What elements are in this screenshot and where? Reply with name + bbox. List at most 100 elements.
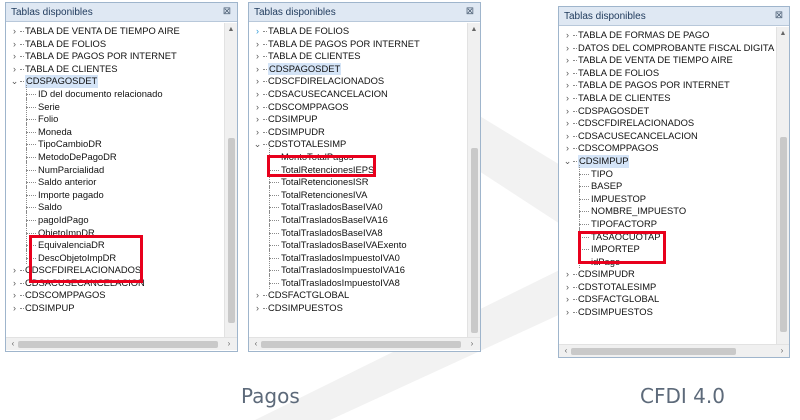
- horizontal-scrollbar[interactable]: ‹ ›: [559, 344, 789, 357]
- tree-guide-line: [263, 56, 267, 58]
- tree-guide-line: [573, 286, 577, 288]
- expand-chevron-icon[interactable]: ›: [253, 75, 262, 88]
- expand-chevron-icon[interactable]: ›: [563, 42, 572, 55]
- expand-chevron-icon[interactable]: ›: [563, 142, 572, 155]
- scroll-right-icon[interactable]: ›: [467, 338, 477, 350]
- tree-guide-line: [573, 47, 577, 49]
- tree-guide-line: [573, 110, 577, 112]
- tree-item-label: CDSTOTALESIMP: [578, 280, 657, 292]
- expand-chevron-icon[interactable]: ›: [253, 38, 262, 51]
- tree-item-label: TotalRetencionesISR: [281, 176, 369, 188]
- expand-chevron-icon[interactable]: ›: [253, 302, 262, 315]
- collapse-chevron-icon[interactable]: ⌄: [563, 155, 572, 168]
- expand-chevron-icon[interactable]: ›: [563, 306, 572, 319]
- expand-chevron-icon[interactable]: ›: [253, 50, 262, 63]
- tree-guide-line: [263, 81, 267, 83]
- expand-chevron-icon[interactable]: ›: [253, 113, 262, 126]
- expand-chevron-icon[interactable]: ›: [253, 63, 262, 76]
- tree-item-label: CDSCFDIRELACIONADOS: [578, 117, 695, 129]
- tree-guide-line: [26, 232, 36, 234]
- tree-item-label: CDSCOMPPAGOS: [578, 142, 659, 154]
- scroll-right-icon[interactable]: ›: [224, 338, 234, 350]
- tree-guide-line: [26, 219, 36, 221]
- tree-item-label: TABLA DE FOLIOS: [25, 37, 107, 49]
- tables-panel-pagos-2[interactable]: Tablas disponibles ⊠ › TABLA DE FOLIOS › TA…: [248, 2, 481, 352]
- tree-item-label: IMPUESTOP: [591, 192, 647, 204]
- panel-title: Tablas disponibles: [254, 7, 336, 18]
- scroll-thumb[interactable]: [261, 341, 461, 348]
- tree-guide-line: [579, 173, 589, 175]
- scroll-up-icon[interactable]: ▲: [468, 25, 480, 35]
- expand-chevron-icon[interactable]: ›: [563, 268, 572, 281]
- expand-chevron-icon[interactable]: ›: [253, 25, 262, 38]
- tree-guide-line: [269, 245, 279, 247]
- expand-chevron-icon[interactable]: ›: [563, 67, 572, 80]
- tree-item-label: NOMBRE_IMPUESTO: [591, 205, 687, 217]
- tree-guide-line: [269, 282, 279, 284]
- scroll-up-icon[interactable]: ▲: [225, 25, 237, 35]
- expand-chevron-icon[interactable]: ›: [563, 92, 572, 105]
- scroll-left-icon[interactable]: ‹: [8, 338, 18, 350]
- expand-chevron-icon[interactable]: ›: [10, 50, 19, 63]
- tree-item-label: CDSCFDIRELACIONADOS: [268, 75, 385, 87]
- vertical-scrollbar[interactable]: ▲: [776, 27, 789, 345]
- expand-chevron-icon[interactable]: ›: [563, 105, 572, 118]
- close-icon[interactable]: ⊠: [773, 10, 785, 22]
- tree-item-label: CDSIMPUESTOS: [578, 306, 653, 318]
- expand-chevron-icon[interactable]: ›: [10, 63, 19, 76]
- tree-guide-line: [579, 211, 589, 213]
- tree-item-label: Folio: [38, 113, 59, 125]
- horizontal-scrollbar[interactable]: ‹ ›: [6, 337, 237, 350]
- expand-chevron-icon[interactable]: ›: [253, 88, 262, 101]
- tree-item-label: TotalTrasladosImpuestoIVA8: [281, 276, 400, 288]
- tree-item-label: TABLA DE VENTA DE TIEMPO AIRE: [25, 25, 180, 36]
- expand-chevron-icon[interactable]: ›: [563, 117, 572, 130]
- scroll-thumb[interactable]: [780, 137, 787, 332]
- scroll-left-icon[interactable]: ‹: [561, 345, 571, 357]
- vertical-scrollbar[interactable]: ▲: [467, 23, 480, 337]
- collapse-chevron-icon[interactable]: ⌄: [253, 138, 262, 151]
- tree-guide-line: [573, 123, 577, 125]
- panel-header: Tablas disponibles ⊠: [249, 3, 480, 22]
- vertical-scrollbar[interactable]: ▲: [224, 23, 237, 337]
- tree-item-label: CDSFACTGLOBAL: [578, 293, 660, 305]
- tree-item-label: CDSPAGOSDET: [268, 62, 342, 76]
- expand-chevron-icon[interactable]: ›: [253, 101, 262, 114]
- expand-chevron-icon[interactable]: ›: [563, 54, 572, 67]
- scroll-thumb[interactable]: [571, 348, 736, 355]
- close-icon[interactable]: ⊠: [221, 6, 233, 18]
- expand-chevron-icon[interactable]: ›: [563, 293, 572, 306]
- close-icon[interactable]: ⊠: [464, 6, 476, 18]
- tables-panel-cfdi40[interactable]: Tablas disponibles ⊠ › TABLA DE FORMAS DE…: [558, 6, 790, 358]
- tree-guide-line: [20, 270, 24, 272]
- expand-chevron-icon[interactable]: ›: [10, 289, 19, 302]
- expand-chevron-icon[interactable]: ›: [10, 277, 19, 290]
- tree-guide-line: [573, 97, 577, 99]
- collapse-chevron-icon[interactable]: ⌄: [10, 75, 19, 88]
- expand-chevron-icon[interactable]: ›: [10, 25, 19, 38]
- expand-chevron-icon[interactable]: ›: [10, 302, 19, 315]
- expand-chevron-icon[interactable]: ›: [10, 264, 19, 277]
- horizontal-scrollbar[interactable]: ‹ ›: [249, 337, 480, 350]
- tree-guide-line: [579, 198, 589, 200]
- panel-header: Tablas disponibles ⊠: [559, 7, 789, 26]
- scroll-left-icon[interactable]: ‹: [251, 338, 261, 350]
- scroll-up-icon[interactable]: ▲: [777, 29, 789, 39]
- scroll-thumb[interactable]: [471, 148, 478, 333]
- tree-guide-line: [263, 295, 267, 297]
- expand-chevron-icon[interactable]: ›: [563, 281, 572, 294]
- expand-chevron-icon[interactable]: ›: [253, 289, 262, 302]
- scroll-right-icon[interactable]: ›: [777, 345, 787, 357]
- expand-chevron-icon[interactable]: ›: [253, 126, 262, 139]
- tree-item-label: TotalTrasladosBaseIVA0: [281, 201, 383, 213]
- expand-chevron-icon[interactable]: ›: [563, 29, 572, 42]
- expand-chevron-icon[interactable]: ›: [563, 79, 572, 92]
- expand-chevron-icon[interactable]: ›: [10, 38, 19, 51]
- tree-guide-line: [26, 156, 36, 158]
- tree-guide-line: [573, 85, 577, 87]
- tree-guide-line: [26, 248, 27, 264]
- scroll-thumb[interactable]: [228, 138, 235, 323]
- scroll-thumb[interactable]: [18, 341, 218, 348]
- tables-panel-pagos-1[interactable]: Tablas disponibles ⊠ › TABLA DE VENTA DE …: [5, 2, 238, 352]
- expand-chevron-icon[interactable]: ›: [563, 130, 572, 143]
